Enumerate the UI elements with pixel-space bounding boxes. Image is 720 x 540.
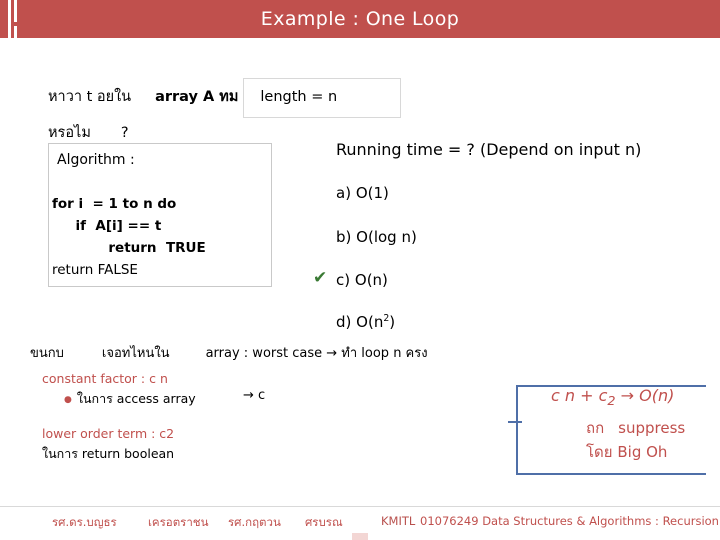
constant-factor-arrow: → c [243,388,266,403]
note-3: array : worst case → ทำ loop n ครง [205,346,428,361]
question-part-2: array A ทม [155,89,239,105]
option-c-text: O(n) [354,271,388,289]
code-line-4: return FALSE [52,262,138,278]
footer-accent-mark [352,533,368,540]
notes-row: ขนกบ เจอทไหนใน array : worst case → ทำ loo… [30,342,428,363]
check-mark-icon: ✔ [313,268,328,288]
question-part-4: หรอไม [48,125,91,141]
callout-line-2b: suppress [618,419,686,437]
note-1: ขนกบ [30,346,64,361]
question-part-1: หาวา t อยใน [48,89,132,105]
callout-equation-b: → O(n) [615,386,675,405]
algorithm-code: for i = 1 to n do if A[i] == t return TR… [52,193,206,281]
constant-factor-line: constant factor : c n [42,371,168,386]
callout-line-2a: ถก [586,419,605,437]
footer-item-3: รศ.กฤตวน [228,515,281,529]
constant-factor-sub: ● ในการ access array [64,389,196,409]
running-time-text: Running time = ? (Depend on input n) [336,140,642,159]
code-line-3: return TRUE [52,240,206,256]
footer-item-1: รศ.ดร.บญธร [52,515,117,529]
option-b-key: b) [336,228,352,246]
lower-order-sub: ในการ return boolean [42,446,175,461]
page-title: Example : One Loop [260,8,460,30]
option-a-text: O(1) [355,184,389,202]
option-a-key: a) [336,184,352,202]
option-b-text: O(log n) [356,228,417,246]
option-d-suffix: ) [389,313,396,331]
option-c-key: c) [336,271,351,289]
bullet-icon: ● [64,394,72,405]
callout-line-2: ถก suppress [586,416,685,440]
code-line-2: if A[i] == t [52,218,162,234]
callout-line-3: โดย Big Oh [586,443,668,461]
footer-divider [0,506,720,507]
callout-pointer-icon [508,421,522,423]
option-c: c) O(n) [336,271,388,289]
footer-item-2: เครอตราชน [148,515,209,529]
option-d: d) O(n2) [336,313,395,331]
option-d-text: O(n [356,313,384,331]
footer-item-6: 01076249 Data Structures & Algorithms : … [420,514,719,528]
code-line-1: for i = 1 to n do [52,196,177,212]
slide-root: Example : One Loop หาวา t อยใน array A ทม… [0,0,720,540]
footer-item-4: ศรบรณ [305,515,343,529]
question-line-1: หาวา t อยใน array A ทม length = n [48,85,337,108]
note-2: เจอทไหนใน [101,346,170,361]
algorithm-label: Algorithm : [57,152,135,168]
option-d-key: d) [336,313,352,331]
question-mark: ? [120,125,129,141]
option-b: b) O(log n) [336,228,417,246]
option-a: a) O(1) [336,184,389,202]
question-line-2: หรอไม? [48,121,129,144]
callout-equation: c n + c2 → O(n) [551,386,674,409]
callout-equation-sub: 2 [607,394,616,410]
footer-item-5: KMITL [381,514,416,528]
constant-factor-sub-text: ในการ access array [76,391,196,406]
callout-equation-a: c n + c [551,386,608,405]
lower-order-line: lower order term : c2 [42,426,175,441]
question-part-3: length = n [260,89,338,105]
